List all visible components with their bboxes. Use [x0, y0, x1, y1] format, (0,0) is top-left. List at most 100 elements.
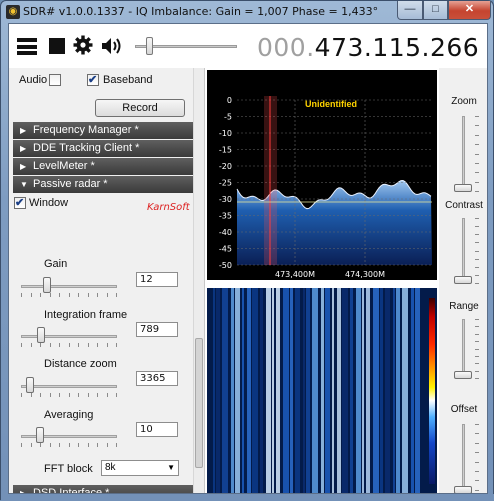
- waterfall-streak: [356, 288, 361, 493]
- volume-slider-thumb[interactable]: [146, 37, 154, 55]
- left-panel-scrollbar-thumb[interactable]: [195, 338, 203, 468]
- waterfall-streak: [283, 288, 289, 493]
- spectrum-analyzer[interactable]: 0 -5 -10 -15 -20 -25 -30 -35 -40 -45 -50 473,400M 47…: [207, 70, 437, 280]
- offset-slider-thumb[interactable]: [454, 486, 472, 493]
- karnsoft-brand-label: KarnSoft: [147, 202, 190, 213]
- waterfall-streak: [252, 288, 258, 493]
- waterfall-streak: [312, 288, 318, 493]
- frequency-leading-zeros[interactable]: 000.: [257, 33, 315, 62]
- audio-label: Audio: [19, 74, 48, 86]
- hamburger-menu-icon[interactable]: [17, 38, 37, 55]
- waterfall-streak: [385, 288, 390, 493]
- waterfall-streak: [231, 288, 234, 493]
- distance-zoom-value-input[interactable]: 3365: [136, 371, 178, 386]
- expand-arrow-icon: ▶: [20, 144, 27, 153]
- baseband-checkbox[interactable]: [87, 73, 99, 86]
- record-button[interactable]: Record: [95, 99, 185, 117]
- section-dsd-interface[interactable]: ▶ DSD Interface *: [13, 485, 193, 494]
- frequency-display[interactable]: 000.473.115.266: [257, 33, 479, 62]
- x-tick-label: 474,300M: [345, 270, 385, 279]
- integration-frame-slider-track[interactable]: [21, 335, 117, 338]
- distance-zoom-slider-track[interactable]: [21, 385, 117, 388]
- y-tick-label: -15: [219, 146, 232, 155]
- waterfall-streak: [373, 288, 379, 493]
- gear-icon[interactable]: [73, 35, 93, 55]
- y-tick-label: -25: [219, 179, 232, 188]
- integration-frame-slider-thumb[interactable]: [36, 327, 45, 343]
- integration-frame-value-input[interactable]: 789: [136, 322, 178, 337]
- window-controls: — □ ✕: [397, 1, 491, 20]
- offset-slider-ticks: [475, 424, 479, 493]
- chevron-down-icon[interactable]: ▼: [167, 461, 175, 475]
- detector-mode-label: Unidentified: [305, 99, 357, 109]
- range-slider-thumb[interactable]: [454, 371, 472, 379]
- section-dde-tracking-client[interactable]: ▶ DDE Tracking Client *: [13, 140, 193, 157]
- waterfall-streak: [216, 288, 220, 493]
- zoom-slider-ticks: [475, 116, 479, 192]
- waterfall-streak: [295, 288, 300, 493]
- minimize-button[interactable]: —: [397, 1, 423, 20]
- distance-zoom-slider-thumb[interactable]: [26, 377, 35, 393]
- contrast-label: Contrast: [445, 200, 483, 211]
- waterfall-streak: [290, 288, 293, 493]
- integration-frame-label: Integration frame: [44, 309, 128, 321]
- gain-slider-track[interactable]: [21, 285, 117, 288]
- close-button[interactable]: ✕: [448, 1, 491, 20]
- title-bar[interactable]: ◉ SDR# v1.0.0.1337 - IQ Imbalance: Gain …: [1, 1, 494, 23]
- spectrum-plot[interactable]: 0 -5 -10 -15 -20 -25 -30 -35 -40 -45 -50 473,400M 47…: [207, 70, 437, 280]
- stop-icon[interactable]: [49, 38, 65, 54]
- waterfall-streak: [325, 288, 330, 493]
- main-window: ◉ SDR# v1.0.0.1337 - IQ Imbalance: Gain …: [0, 0, 494, 501]
- zoom-slider-thumb[interactable]: [454, 184, 472, 192]
- section-passive-radar[interactable]: ▼ Passive radar *: [13, 176, 193, 193]
- section-label: Frequency Manager *: [33, 124, 139, 136]
- frequency-digits[interactable]: 473.115.266: [315, 33, 480, 62]
- section-frequency-manager[interactable]: ▶ Frequency Manager *: [13, 122, 193, 139]
- y-tick-label: -35: [219, 212, 232, 221]
- window-label: Window: [29, 197, 69, 209]
- range-slider-track[interactable]: [462, 319, 465, 379]
- fft-block-label: FFT block: [44, 463, 93, 475]
- distance-zoom-slider-ticks: [21, 393, 117, 397]
- contrast-slider-thumb[interactable]: [454, 276, 472, 284]
- audio-checkbox[interactable]: [49, 74, 61, 86]
- speaker-icon[interactable]: [101, 36, 123, 56]
- waterfall-streak: [366, 288, 370, 493]
- averaging-value-input[interactable]: 10: [136, 422, 178, 437]
- sdr-app-icon[interactable]: ◉: [6, 5, 20, 19]
- waterfall-display[interactable]: [207, 288, 437, 493]
- gain-slider-thumb[interactable]: [43, 277, 51, 293]
- window-title: SDR# v1.0.0.1337 - IQ Imbalance: Gain = …: [23, 5, 379, 18]
- y-tick-label: -30: [219, 195, 232, 204]
- left-panel: Audio Baseband Record ▶ Frequency Manager…: [9, 68, 205, 494]
- waterfall-streak: [235, 288, 240, 493]
- distance-zoom-label: Distance zoom: [44, 358, 117, 370]
- window-checkbox[interactable]: [14, 196, 26, 209]
- maximize-button[interactable]: □: [423, 1, 448, 20]
- baseband-label: Baseband: [103, 74, 153, 86]
- waterfall-streak: [276, 288, 280, 493]
- contrast-slider-track[interactable]: [462, 218, 465, 284]
- y-tick-label: -5: [224, 113, 232, 122]
- zoom-slider-track[interactable]: [462, 116, 465, 192]
- waterfall-streak: [402, 288, 408, 493]
- waterfall-color-scale: [429, 298, 435, 484]
- fft-block-select[interactable]: 8k ▼: [101, 460, 179, 476]
- section-levelmeter[interactable]: ▶ LevelMeter *: [13, 158, 193, 175]
- waterfall-streak: [380, 288, 383, 493]
- section-label: LevelMeter *: [33, 160, 95, 172]
- waterfall-streak: [321, 288, 324, 493]
- gain-value-input[interactable]: 12: [136, 272, 178, 287]
- offset-slider-track[interactable]: [462, 424, 465, 493]
- waterfall-streak: [415, 288, 420, 493]
- averaging-slider-thumb[interactable]: [35, 427, 44, 443]
- waterfall-streak: [411, 288, 414, 493]
- y-tick-label: -20: [219, 162, 232, 171]
- collapse-arrow-icon: ▼: [20, 180, 28, 189]
- x-tick-label: 473,400M: [275, 270, 315, 279]
- averaging-label: Averaging: [44, 409, 94, 421]
- y-tick-label: 0: [227, 96, 232, 105]
- section-label: DSD Interface *: [33, 487, 110, 494]
- waterfall-streak: [362, 288, 364, 493]
- waterfall-streak: [393, 288, 395, 493]
